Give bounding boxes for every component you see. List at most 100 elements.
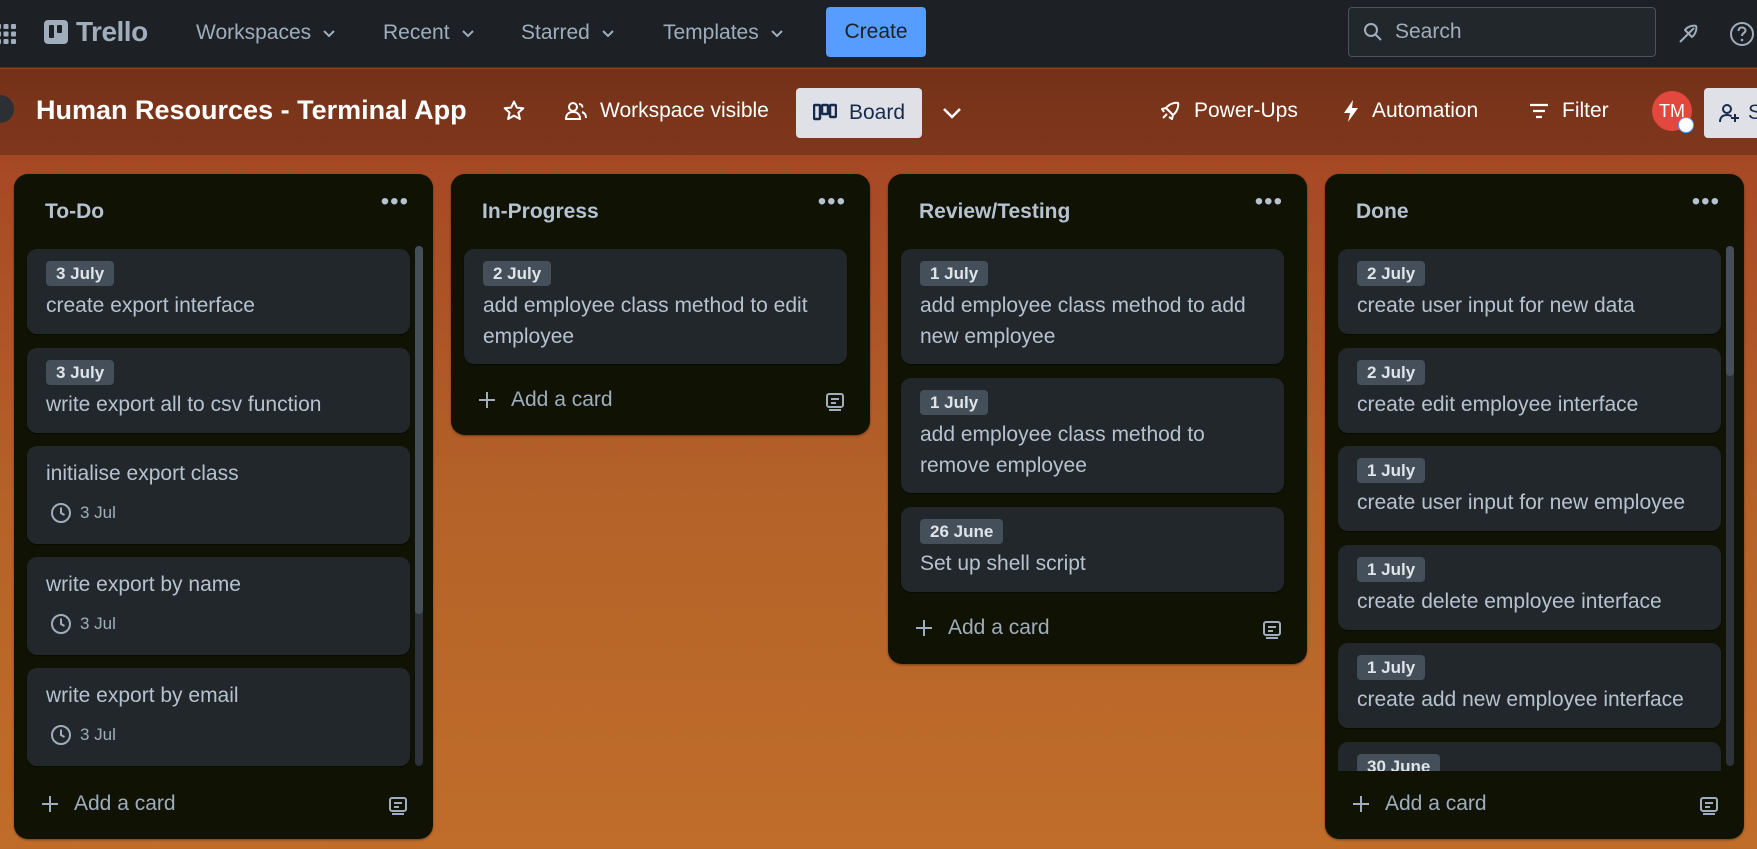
card[interactable]: write export by name 3 Jul bbox=[27, 557, 410, 655]
card[interactable]: 1 July create delete employee interface bbox=[1338, 545, 1721, 630]
share-button[interactable]: S bbox=[1704, 88, 1757, 138]
search-icon bbox=[1364, 23, 1382, 41]
due-date-text: 3 Jul bbox=[80, 725, 116, 744]
card-template-icon[interactable] bbox=[824, 390, 846, 412]
plus-icon bbox=[42, 796, 58, 812]
list-done: Done ••• 2 July create user input for ne… bbox=[1325, 174, 1744, 839]
visibility-button[interactable]: Workspace visible bbox=[564, 87, 769, 135]
list-scrollbar[interactable] bbox=[1726, 246, 1734, 766]
automation-label: Automation bbox=[1372, 99, 1479, 122]
due-date-text: 3 Jul bbox=[80, 614, 116, 633]
board-view-button[interactable]: Board bbox=[796, 88, 922, 138]
automation-button[interactable]: Automation bbox=[1342, 87, 1478, 135]
card-title: write export by name bbox=[46, 573, 241, 596]
add-card-button[interactable]: Add a card bbox=[477, 388, 613, 412]
chevron-down-icon bbox=[771, 30, 783, 38]
sidebar-toggle[interactable] bbox=[0, 95, 14, 123]
date-label: 1 July bbox=[920, 261, 989, 286]
scrollbar-thumb[interactable] bbox=[415, 246, 423, 614]
due-date-badge: 3 Jul bbox=[50, 613, 116, 635]
card-template-icon[interactable] bbox=[1698, 794, 1720, 816]
chevron-down-icon bbox=[461, 30, 474, 38]
notifications-icon[interactable] bbox=[1674, 20, 1702, 48]
board-header: Human Resources - Terminal App Workspace… bbox=[0, 69, 1757, 155]
scrollbar-thumb[interactable] bbox=[1726, 246, 1734, 376]
add-card-label: Add a card bbox=[511, 388, 613, 411]
card[interactable]: 1 July add employee class method to add … bbox=[901, 249, 1284, 364]
card-title: write export by email bbox=[46, 684, 239, 707]
list-title[interactable]: To-Do bbox=[45, 200, 104, 224]
recent-menu-label: Recent bbox=[383, 21, 450, 44]
list-scrollbar[interactable] bbox=[415, 246, 423, 766]
board-view-icon bbox=[812, 103, 837, 121]
help-icon[interactable] bbox=[1728, 20, 1756, 48]
chevron-down-icon[interactable] bbox=[940, 101, 964, 125]
templates-menu[interactable]: Templates bbox=[663, 14, 785, 52]
card-title: create export interface bbox=[46, 294, 255, 317]
card-template-icon[interactable] bbox=[387, 794, 409, 816]
card[interactable]: 2 July add employee class method to edit… bbox=[464, 249, 847, 364]
card-title: create user input for new employee bbox=[1357, 491, 1686, 514]
card-template-icon[interactable] bbox=[1261, 618, 1283, 640]
clock-icon bbox=[51, 725, 71, 745]
add-person-icon bbox=[1719, 104, 1739, 123]
card-title: create delete employee interface bbox=[1357, 590, 1662, 613]
plus-icon bbox=[479, 392, 495, 408]
list-title[interactable]: Review/Testing bbox=[919, 200, 1070, 224]
date-label: 2 July bbox=[483, 261, 552, 286]
card[interactable]: 30 June bbox=[1338, 742, 1721, 771]
logo-text: Trello bbox=[76, 16, 148, 47]
list-menu-icon[interactable]: ••• bbox=[381, 188, 409, 216]
add-card-button[interactable]: Add a card bbox=[1351, 792, 1487, 816]
people-icon bbox=[564, 102, 587, 120]
card[interactable]: 3 July write export all to csv function bbox=[27, 348, 410, 433]
list-menu-icon[interactable]: ••• bbox=[818, 188, 846, 216]
app-switcher-icon[interactable] bbox=[0, 22, 18, 46]
card[interactable]: 1 July create add new employee interface bbox=[1338, 643, 1721, 728]
lightning-icon bbox=[1344, 100, 1358, 122]
list-menu-icon[interactable]: ••• bbox=[1255, 188, 1283, 216]
card-title: create user input for new data bbox=[1357, 294, 1635, 317]
starred-menu[interactable]: Starred bbox=[521, 14, 616, 52]
card[interactable]: 1 July add employee class method to remo… bbox=[901, 378, 1284, 493]
rocket-icon bbox=[1161, 101, 1180, 120]
plus-icon bbox=[916, 620, 932, 636]
date-label: 2 July bbox=[1357, 360, 1426, 385]
filter-label: Filter bbox=[1562, 99, 1609, 122]
power-ups-label: Power-Ups bbox=[1194, 99, 1298, 122]
filter-button[interactable]: Filter bbox=[1528, 87, 1609, 135]
card[interactable]: 2 July create user input for new data bbox=[1338, 249, 1721, 334]
card-title: initialise export class bbox=[46, 462, 239, 485]
card[interactable]: initialise export class 3 Jul bbox=[27, 446, 410, 544]
create-button[interactable]: Create bbox=[826, 7, 926, 57]
star-icon[interactable] bbox=[502, 99, 526, 123]
top-navigation-bar: Trello Workspaces Recent Starred Templat… bbox=[0, 0, 1757, 68]
date-label: 1 July bbox=[920, 390, 989, 415]
add-card-label: Add a card bbox=[1385, 792, 1487, 815]
trello-logo[interactable]: Trello bbox=[44, 16, 148, 48]
power-ups-button[interactable]: Power-Ups bbox=[1158, 87, 1298, 135]
date-label: 26 June bbox=[920, 519, 1004, 544]
date-label: 1 July bbox=[1357, 458, 1426, 483]
add-card-button[interactable]: Add a card bbox=[914, 616, 1050, 640]
list-review-testing: Review/Testing ••• 1 July add employee c… bbox=[888, 174, 1307, 664]
board-title[interactable]: Human Resources - Terminal App bbox=[36, 95, 467, 126]
add-card-label: Add a card bbox=[74, 792, 176, 815]
list-title[interactable]: In-Progress bbox=[482, 200, 599, 224]
workspaces-menu[interactable]: Workspaces bbox=[196, 14, 337, 52]
date-label: 1 July bbox=[1357, 655, 1426, 680]
add-card-button[interactable]: Add a card bbox=[40, 792, 176, 816]
card[interactable]: 1 July create user input for new employe… bbox=[1338, 446, 1721, 531]
card[interactable]: 2 July create edit employee interface bbox=[1338, 348, 1721, 433]
workspaces-menu-label: Workspaces bbox=[196, 21, 312, 44]
board-view-label: Board bbox=[848, 101, 906, 124]
card[interactable]: 3 July create export interface bbox=[27, 249, 410, 334]
card-title: add employee class method to add new emp… bbox=[920, 294, 1246, 348]
card[interactable]: write export by email 3 Jul bbox=[27, 668, 410, 766]
card-title: create add new employee interface bbox=[1357, 688, 1684, 711]
search-input[interactable]: Search bbox=[1348, 7, 1656, 57]
card[interactable]: 26 June Set up shell script bbox=[901, 507, 1284, 592]
clock-icon bbox=[51, 503, 71, 523]
recent-menu[interactable]: Recent bbox=[383, 14, 476, 52]
add-card-label: Add a card bbox=[948, 616, 1050, 639]
